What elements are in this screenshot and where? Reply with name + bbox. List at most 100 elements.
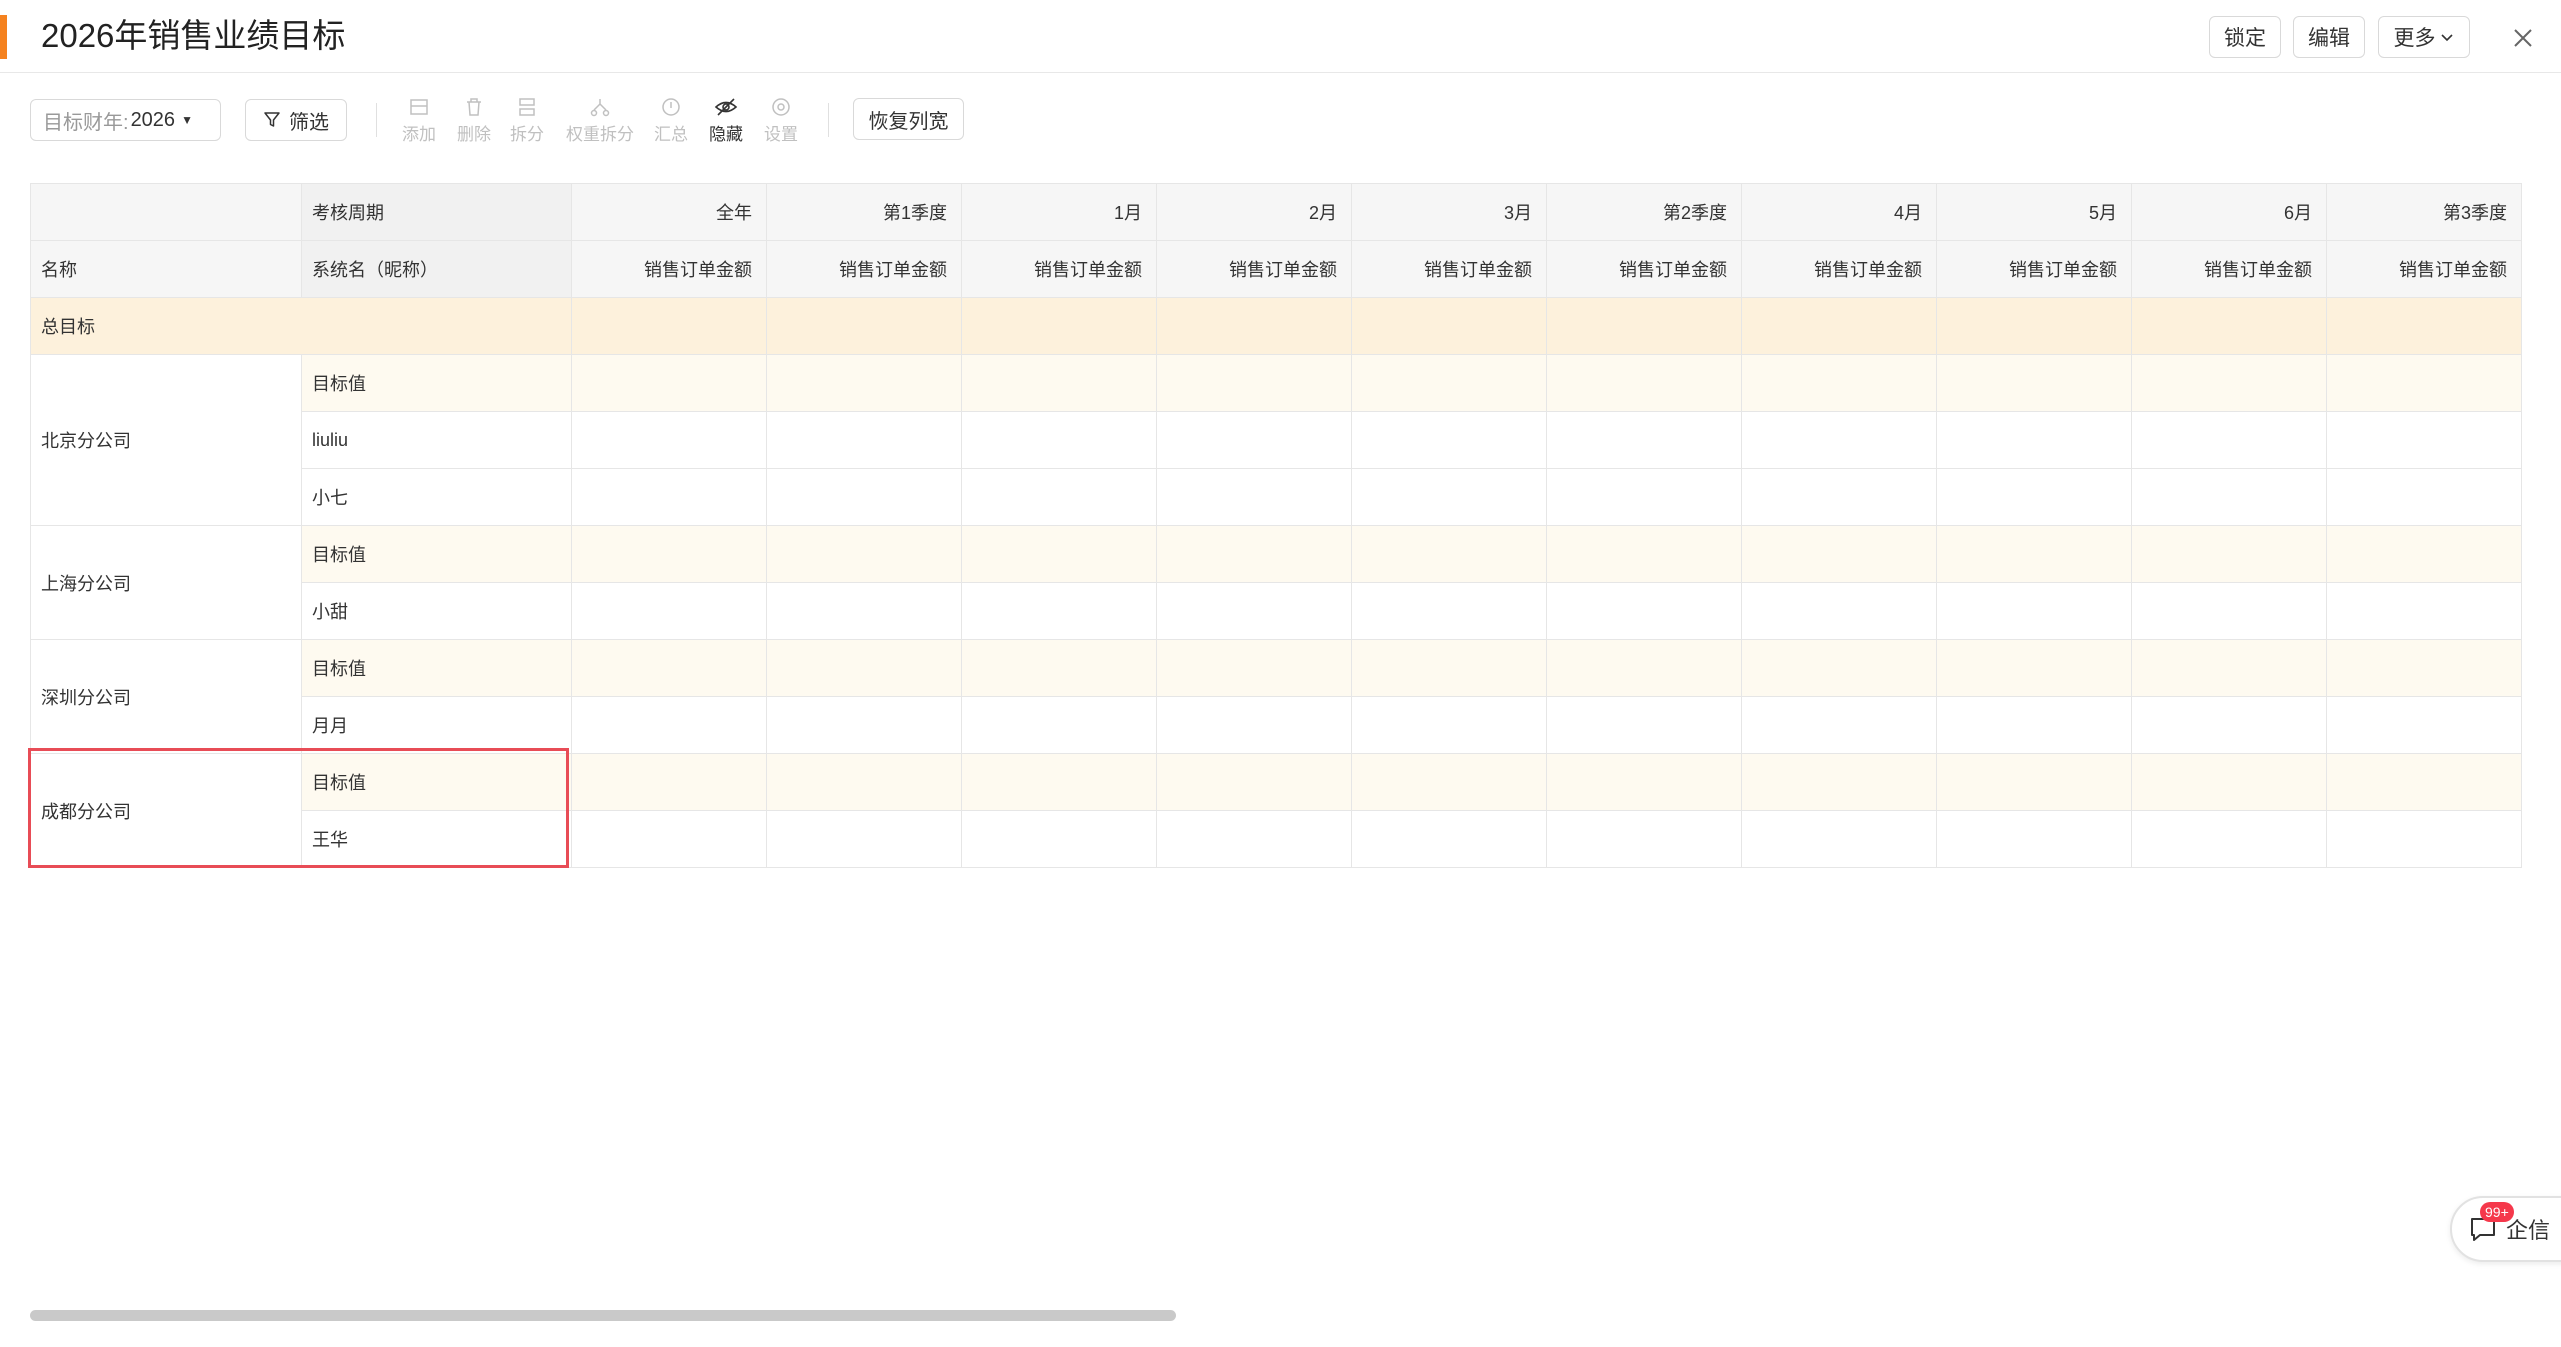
table-cell[interactable] — [1351, 525, 1547, 583]
table-cell[interactable] — [1156, 639, 1352, 697]
table-cell[interactable] — [1156, 411, 1352, 469]
table-cell[interactable] — [2326, 354, 2522, 412]
table-cell[interactable] — [571, 411, 767, 469]
table-cell[interactable] — [2131, 696, 2327, 754]
table-cell[interactable] — [1351, 354, 1547, 412]
period-column-header[interactable]: 1月 — [961, 183, 1157, 241]
table-cell[interactable] — [1546, 753, 1742, 811]
period-column-header[interactable]: 6月 — [2131, 183, 2327, 241]
table-cell[interactable] — [766, 639, 962, 697]
table-cell[interactable] — [961, 582, 1157, 640]
table-cell[interactable] — [1546, 468, 1742, 526]
table-cell[interactable] — [1936, 468, 2132, 526]
table-cell[interactable] — [961, 297, 1157, 355]
period-column-header[interactable]: 3月 — [1351, 183, 1547, 241]
table-cell[interactable] — [1351, 753, 1547, 811]
table-cell[interactable] — [766, 696, 962, 754]
table-cell[interactable] — [1936, 810, 2132, 868]
table-cell[interactable] — [1546, 354, 1742, 412]
table-cell[interactable] — [2131, 582, 2327, 640]
table-cell[interactable] — [2326, 411, 2522, 469]
table-cell[interactable] — [2326, 753, 2522, 811]
table-cell[interactable] — [1351, 582, 1547, 640]
table-cell[interactable] — [1741, 810, 1937, 868]
table-cell[interactable] — [1741, 354, 1937, 412]
table-cell[interactable] — [1741, 525, 1937, 583]
table-cell[interactable] — [1546, 639, 1742, 697]
horizontal-scrollbar[interactable] — [30, 1310, 1176, 1321]
settings-button[interactable]: 设置 — [754, 96, 808, 152]
table-cell[interactable] — [766, 411, 962, 469]
table-cell[interactable] — [571, 696, 767, 754]
fiscal-year-select[interactable]: 目标财年: 2026 ▼ — [30, 99, 221, 141]
period-column-header[interactable]: 5月 — [1936, 183, 2132, 241]
table-cell[interactable] — [1156, 468, 1352, 526]
table-cell[interactable] — [1156, 582, 1352, 640]
more-button[interactable]: 更多 — [2378, 16, 2470, 58]
period-column-header[interactable]: 第1季度 — [766, 183, 962, 241]
table-cell[interactable] — [961, 753, 1157, 811]
table-cell[interactable] — [571, 468, 767, 526]
table-cell[interactable] — [1156, 753, 1352, 811]
table-cell[interactable] — [2326, 297, 2522, 355]
table-cell[interactable] — [571, 582, 767, 640]
table-cell[interactable] — [1546, 582, 1742, 640]
table-cell[interactable] — [1546, 810, 1742, 868]
chat-widget[interactable]: 99+ 企信 — [2450, 1196, 2561, 1262]
table-cell[interactable] — [1936, 753, 2132, 811]
table-cell[interactable] — [1936, 525, 2132, 583]
hide-button[interactable]: 隐藏 — [699, 96, 753, 152]
table-cell[interactable] — [2326, 810, 2522, 868]
table-cell[interactable] — [1546, 525, 1742, 583]
weight-split-button[interactable]: 权重拆分 — [565, 96, 635, 152]
table-cell[interactable] — [1741, 297, 1937, 355]
table-cell[interactable] — [2326, 639, 2522, 697]
table-cell[interactable] — [1741, 411, 1937, 469]
table-cell[interactable] — [961, 525, 1157, 583]
table-cell[interactable] — [1936, 639, 2132, 697]
lock-button[interactable]: 锁定 — [2209, 16, 2281, 58]
table-cell[interactable] — [961, 468, 1157, 526]
table-cell[interactable] — [1936, 582, 2132, 640]
table-cell[interactable] — [766, 810, 962, 868]
period-column-header[interactable]: 2月 — [1156, 183, 1352, 241]
table-cell[interactable] — [1741, 753, 1937, 811]
table-cell[interactable] — [961, 696, 1157, 754]
table-cell[interactable] — [1351, 468, 1547, 526]
period-column-header[interactable]: 第2季度 — [1546, 183, 1742, 241]
table-cell[interactable] — [1351, 696, 1547, 754]
table-cell[interactable] — [1936, 354, 2132, 412]
table-cell[interactable] — [766, 354, 962, 412]
table-cell[interactable] — [2326, 696, 2522, 754]
period-column-header[interactable]: 4月 — [1741, 183, 1937, 241]
table-cell[interactable] — [1936, 297, 2132, 355]
table-cell[interactable] — [2326, 582, 2522, 640]
table-cell[interactable] — [1351, 297, 1547, 355]
table-cell[interactable] — [1546, 297, 1742, 355]
table-cell[interactable] — [571, 297, 767, 355]
table-cell[interactable] — [571, 639, 767, 697]
table-cell[interactable] — [961, 639, 1157, 697]
table-cell[interactable] — [1936, 696, 2132, 754]
table-cell[interactable] — [2131, 525, 2327, 583]
table-cell[interactable] — [571, 810, 767, 868]
add-button[interactable]: 添加 — [392, 96, 446, 152]
table-cell[interactable] — [2131, 354, 2327, 412]
table-cell[interactable] — [1741, 639, 1937, 697]
table-cell[interactable] — [2131, 297, 2327, 355]
table-cell[interactable] — [1156, 696, 1352, 754]
table-cell[interactable] — [571, 753, 767, 811]
restore-column-width-button[interactable]: 恢复列宽 — [853, 98, 964, 140]
edit-button[interactable]: 编辑 — [2293, 16, 2365, 58]
table-cell[interactable] — [1351, 411, 1547, 469]
table-cell[interactable] — [1546, 411, 1742, 469]
table-cell[interactable] — [2131, 468, 2327, 526]
table-cell[interactable] — [1741, 468, 1937, 526]
table-cell[interactable] — [1156, 810, 1352, 868]
period-column-header[interactable]: 全年 — [571, 183, 767, 241]
table-cell[interactable] — [961, 411, 1157, 469]
period-column-header[interactable]: 第3季度 — [2326, 183, 2522, 241]
table-cell[interactable] — [766, 297, 962, 355]
table-cell[interactable] — [2131, 639, 2327, 697]
table-cell[interactable] — [961, 354, 1157, 412]
